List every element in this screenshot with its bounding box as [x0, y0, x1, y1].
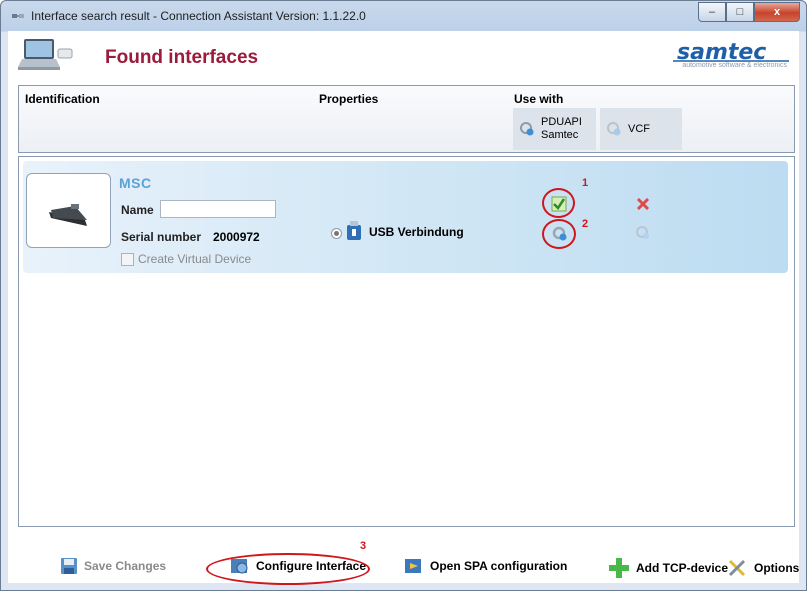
add-plus-icon — [609, 558, 629, 578]
interface-row[interactable]: MSC Name Serial number 2000972 Create Vi… — [23, 161, 788, 273]
save-changes-button[interactable]: Save Changes — [60, 557, 166, 575]
connection-assistant-icon — [12, 14, 24, 18]
create-virtual-device-label: Create Virtual Device — [138, 252, 252, 266]
pduapi-label-line2: Samtec — [541, 129, 579, 141]
device-thumbnail — [26, 173, 111, 248]
window-controls: – □ x — [698, 2, 800, 22]
samtec-logo: samtec — [673, 40, 789, 65]
usb-connection-radio[interactable] — [331, 228, 342, 239]
header: Found interfaces samtec automotive softw… — [8, 31, 799, 85]
open-spa-configuration-button[interactable]: Open SPA configuration — [404, 557, 567, 575]
vcf-label: VCF — [628, 122, 650, 135]
interface-list: MSC Name Serial number 2000972 Create Vi… — [18, 156, 795, 527]
annotation-circle-3 — [206, 553, 370, 585]
window-title: Interface search result - Connection Ass… — [31, 9, 366, 23]
name-label: Name — [121, 203, 154, 217]
annotation-circle-2 — [542, 219, 576, 249]
usb-icon — [347, 221, 361, 240]
device-icon — [49, 204, 87, 226]
gear-link-icon — [607, 122, 621, 136]
pduapi-label-line1: PDUAPI — [541, 116, 582, 128]
use-with-vcf-button[interactable]: VCF — [600, 108, 682, 150]
annotation-number-1: 1 — [582, 177, 589, 189]
title-bar[interactable]: Interface search result - Connection Ass… — [1, 1, 806, 31]
save-changes-label: Save Changes — [84, 559, 167, 573]
options-button[interactable]: Options — [726, 557, 799, 579]
app-window: Interface search result - Connection Ass… — [0, 0, 807, 591]
footer-toolbar: Save Changes Configure Interface 3 Open … — [8, 540, 799, 585]
col-identification: Identification — [25, 92, 100, 106]
annotation-number-3: 3 — [360, 540, 367, 552]
open-spa-label: Open SPA configuration — [430, 559, 568, 573]
save-disk-icon — [61, 558, 77, 574]
annotation-number-2: 2 — [582, 218, 589, 230]
maximize-button[interactable]: □ — [726, 2, 754, 22]
col-properties: Properties — [319, 92, 379, 106]
spa-config-icon — [405, 559, 421, 573]
column-header: Identification Properties Use with PDUAP… — [18, 85, 795, 153]
col-use-with: Use with — [514, 92, 564, 106]
logo-subtitle: automotive software & electronics — [682, 62, 787, 69]
name-input[interactable] — [160, 200, 276, 218]
delete-x-icon[interactable] — [635, 196, 651, 212]
add-tcp-device-label: Add TCP-device — [636, 561, 729, 575]
serial-number-label: Serial number — [121, 230, 202, 244]
laptop-icon — [18, 39, 73, 70]
vcf-config-gear-icon[interactable] — [635, 225, 651, 241]
add-tcp-device-button[interactable]: Add TCP-device — [608, 557, 728, 579]
serial-number-value: 2000972 — [213, 230, 260, 244]
close-button[interactable]: x — [754, 2, 800, 22]
usb-connection-label: USB Verbindung — [369, 225, 464, 239]
page-title: Found interfaces — [105, 47, 259, 68]
gear-link-icon — [520, 122, 534, 136]
minimize-button[interactable]: – — [698, 2, 726, 22]
options-label: Options — [754, 561, 800, 575]
annotation-circle-1 — [542, 188, 575, 218]
client-area: Found interfaces samtec automotive softw… — [8, 31, 799, 585]
create-virtual-device-checkbox[interactable] — [121, 253, 134, 266]
tools-icon — [728, 559, 746, 577]
device-name: MSC — [119, 175, 152, 191]
use-with-pduapi-button[interactable]: PDUAPI Samtec — [513, 108, 596, 150]
